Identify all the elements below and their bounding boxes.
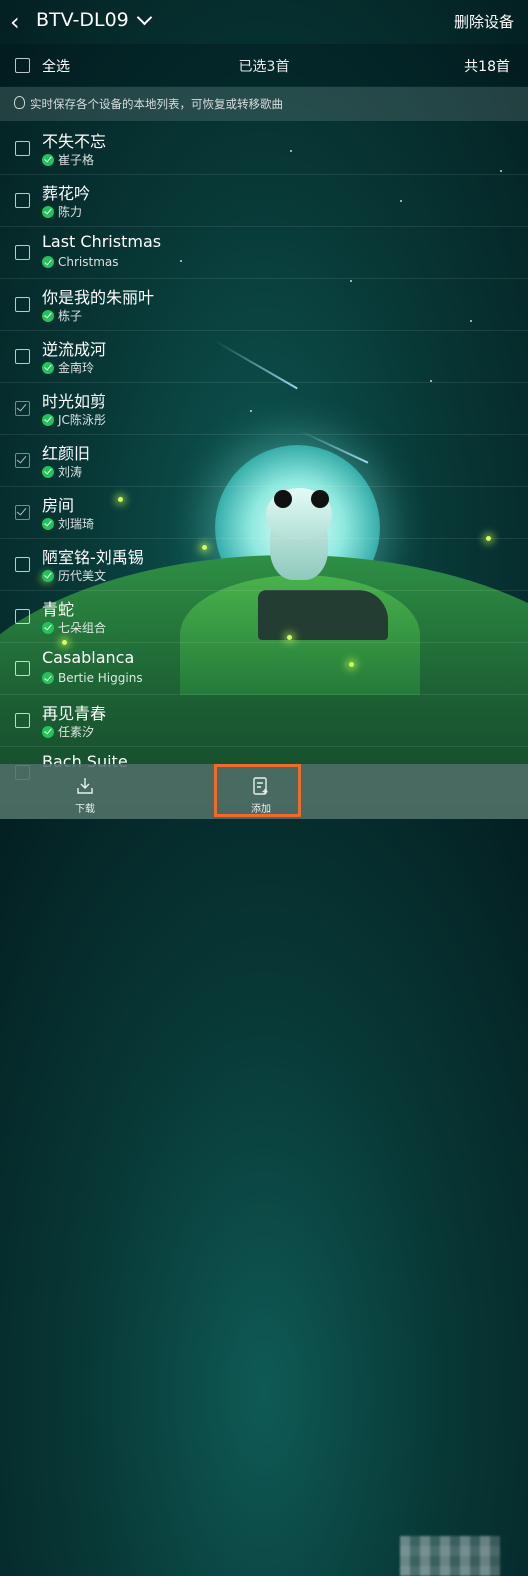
song-title: 逆流成河 (42, 340, 107, 359)
download-label: 下载 (75, 804, 95, 815)
total-count: 共18首 (464, 59, 510, 75)
downloaded-check-icon (42, 153, 54, 166)
song-artist: Christmas (58, 255, 119, 269)
song-checkbox[interactable] (15, 193, 30, 208)
artist-line: 栋子 (42, 307, 82, 324)
downloaded-check-icon (42, 413, 54, 426)
tip-text: 实时保存各个设备的本地列表，可恢复或转移歌曲 (30, 97, 283, 111)
downloaded-check-icon (42, 361, 54, 374)
download-button[interactable]: 下载 (40, 764, 130, 819)
blurred-region (400, 1536, 500, 1576)
artist-line: 刘涛 (42, 463, 82, 480)
song-row[interactable]: 你是我的朱丽叶栋子 (0, 278, 528, 331)
song-title: 房间 (42, 496, 75, 515)
song-row[interactable]: 青蛇七朵组合 (0, 590, 528, 643)
song-row[interactable]: Casablanca Bertie Higgins (0, 642, 528, 695)
downloaded-check-icon (42, 621, 54, 634)
downloaded-check-icon (42, 672, 54, 684)
song-title: 青蛇 (42, 600, 75, 619)
song-checkbox[interactable] (15, 141, 30, 156)
add-button-highlight (214, 764, 301, 817)
downloaded-check-icon (42, 205, 54, 218)
song-artist: 任素汐 (58, 725, 95, 739)
song-checkbox[interactable] (15, 349, 30, 364)
chevron-down-icon (136, 9, 153, 25)
song-checkbox[interactable] (15, 505, 30, 520)
song-title: 葬花吟 (42, 184, 91, 203)
song-artist: 七朵组合 (58, 621, 107, 635)
song-artist: 刘涛 (58, 465, 83, 479)
song-title: 再见青春 (42, 704, 107, 723)
artist-line: 崔子格 (42, 151, 94, 168)
tip-banner: 实时保存各个设备的本地列表，可恢复或转移歌曲 (0, 87, 528, 121)
artist-line: 七朵组合 (42, 619, 106, 636)
song-row[interactable]: 逆流成河 金南玲 (0, 330, 528, 383)
song-title: 时光如剪 (42, 392, 107, 411)
downloaded-check-icon (42, 569, 54, 582)
song-artist: 刘瑞琦 (58, 517, 95, 531)
song-artist: 崔子格 (58, 153, 95, 167)
song-checkbox[interactable] (15, 245, 30, 260)
song-checkbox[interactable] (15, 609, 30, 624)
downloaded-check-icon (42, 517, 54, 530)
song-checkbox[interactable] (15, 661, 30, 676)
song-title: 你是我的朱丽叶 (42, 288, 155, 307)
song-artist: Bertie Higgins (58, 671, 143, 685)
download-icon (77, 778, 93, 794)
artist-line: 任素汐 (42, 723, 94, 740)
song-checkbox[interactable] (15, 453, 30, 468)
artist-line: 历代美文 (42, 567, 106, 584)
artist-line: 金南玲 (42, 359, 94, 376)
song-checkbox[interactable] (15, 401, 30, 416)
song-artist: 陈力 (58, 205, 83, 219)
song-artist: JC陈泳彤 (58, 413, 106, 427)
downloaded-check-icon (42, 725, 54, 738)
selected-count: 已选3首 (238, 59, 290, 75)
song-row[interactable]: 红颜旧刘涛 (0, 434, 528, 487)
song-checkbox[interactable] (15, 713, 30, 728)
song-artist: 金南玲 (58, 361, 95, 375)
song-title: 不失不忘 (42, 132, 107, 151)
artist-line: JC陈泳彤 (42, 411, 106, 428)
lightbulb-icon (14, 96, 25, 109)
selection-bar: 全选 已选3首 共18首 (0, 44, 528, 86)
song-row[interactable]: 陋室铭-刘禹锡历代美文 (0, 538, 528, 591)
downloaded-check-icon (42, 256, 54, 268)
song-artist: 栋子 (58, 309, 83, 323)
chevron-left-icon[interactable]: ‹ (10, 8, 20, 36)
artist-line: Bertie Higgins (42, 671, 143, 685)
device-title-dropdown[interactable]: BTV-DL09 (36, 9, 153, 31)
artist-line: Christmas (42, 255, 119, 269)
song-title: Casablanca (42, 648, 135, 667)
song-row[interactable]: 时光如剪 JC陈泳彤 (0, 382, 528, 435)
song-title: Last Christmas (42, 232, 162, 251)
artist-line: 刘瑞琦 (42, 515, 94, 532)
song-row[interactable]: 葬花吟陈力 (0, 174, 528, 227)
downloaded-check-icon (42, 465, 54, 478)
song-row[interactable]: Last Christmas Christmas (0, 226, 528, 279)
song-row[interactable]: 房间刘瑞琦 (0, 486, 528, 539)
song-checkbox[interactable] (15, 557, 30, 572)
song-artist: 历代美文 (58, 569, 107, 583)
top-bar: ‹ BTV-DL09 删除设备 (0, 0, 528, 42)
downloaded-check-icon (42, 309, 54, 322)
delete-device-button[interactable]: 删除设备 (454, 11, 514, 32)
song-row[interactable]: 再见青春 任素汐 (0, 694, 528, 747)
artist-line: 陈力 (42, 203, 82, 220)
song-title: 红颜旧 (42, 444, 91, 463)
device-title: BTV-DL09 (36, 9, 129, 31)
song-title: 陋室铭-刘禹锡 (42, 548, 144, 567)
song-row[interactable]: 不失不忘 崔子格 (0, 122, 528, 175)
song-checkbox[interactable] (15, 297, 30, 312)
